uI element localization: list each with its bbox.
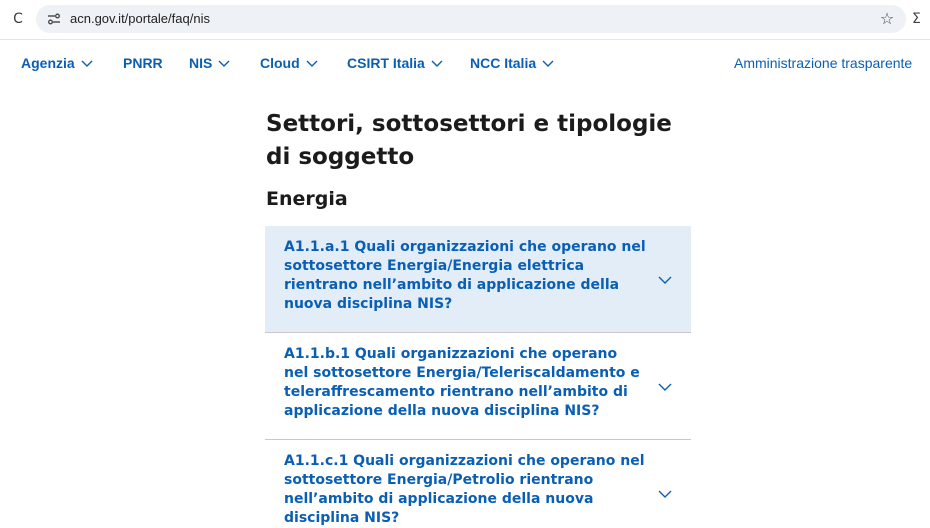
faq-question[interactable]: A1.1.b.1 Quali organizzazioni che operan… [284, 345, 646, 421]
nav-item-csirt-italia[interactable]: CSIRT Italia [347, 53, 443, 73]
chevron-down-icon[interactable] [657, 486, 673, 502]
faq-accordion: A1.1.a.1 Quali organizzazioni che operan… [265, 226, 691, 528]
faq-question[interactable]: A1.1.c.1 Quali organizzazioni che operan… [284, 452, 646, 528]
faq-item[interactable]: A1.1.b.1 Quali organizzazioni che operan… [265, 333, 691, 440]
nav-item-nis[interactable]: NIS [189, 53, 230, 73]
nav-item-label: Agenzia [21, 55, 75, 71]
site-info-icon[interactable] [46, 11, 62, 27]
chevron-down-icon [431, 60, 443, 67]
browser-toolbar: C acn.gov.it/portale/faq/nis ☆ Σ [0, 0, 930, 40]
chevron-down-icon [542, 60, 554, 67]
nav-item-agenzia[interactable]: Agenzia [21, 53, 93, 73]
nav-item-cloud[interactable]: Cloud [260, 53, 318, 73]
url-text[interactable]: acn.gov.it/portale/faq/nis [70, 11, 210, 27]
nav-item-label: CSIRT Italia [347, 55, 425, 71]
page-title: Settori, sottosettori e tipologie di sog… [266, 111, 672, 170]
nav-item-pnrr[interactable]: PNRR [123, 53, 163, 73]
chevron-down-icon [218, 60, 230, 67]
nav-item-label: Cloud [260, 55, 300, 71]
chevron-down-icon[interactable] [657, 272, 673, 288]
chevron-down-icon [81, 60, 93, 67]
nav-link-amministrazione-trasparente[interactable]: Amministrazione trasparente [734, 53, 912, 73]
nav-item-label: NIS [189, 55, 213, 71]
nav-item-ncc-italia[interactable]: NCC Italia [470, 53, 554, 73]
main-navigation: Agenzia PNRR NIS Cloud CSIRT Italia NCC … [0, 46, 930, 80]
extension-icon[interactable]: Σ [912, 9, 928, 29]
chevron-down-icon [306, 60, 318, 67]
faq-item[interactable]: A1.1.a.1 Quali organizzazioni che operan… [265, 226, 691, 333]
chevron-down-icon[interactable] [657, 379, 673, 395]
faq-item[interactable]: A1.1.c.1 Quali organizzazioni che operan… [265, 440, 691, 528]
nav-item-label: PNRR [123, 55, 163, 71]
section-title: Energia [266, 188, 348, 210]
faq-question[interactable]: A1.1.a.1 Quali organizzazioni che operan… [284, 238, 646, 314]
nav-item-label: NCC Italia [470, 55, 537, 71]
bookmark-star-icon[interactable]: ☆ [876, 8, 898, 30]
reload-icon[interactable]: C [8, 9, 28, 29]
address-bar[interactable]: acn.gov.it/portale/faq/nis ☆ [36, 5, 906, 33]
